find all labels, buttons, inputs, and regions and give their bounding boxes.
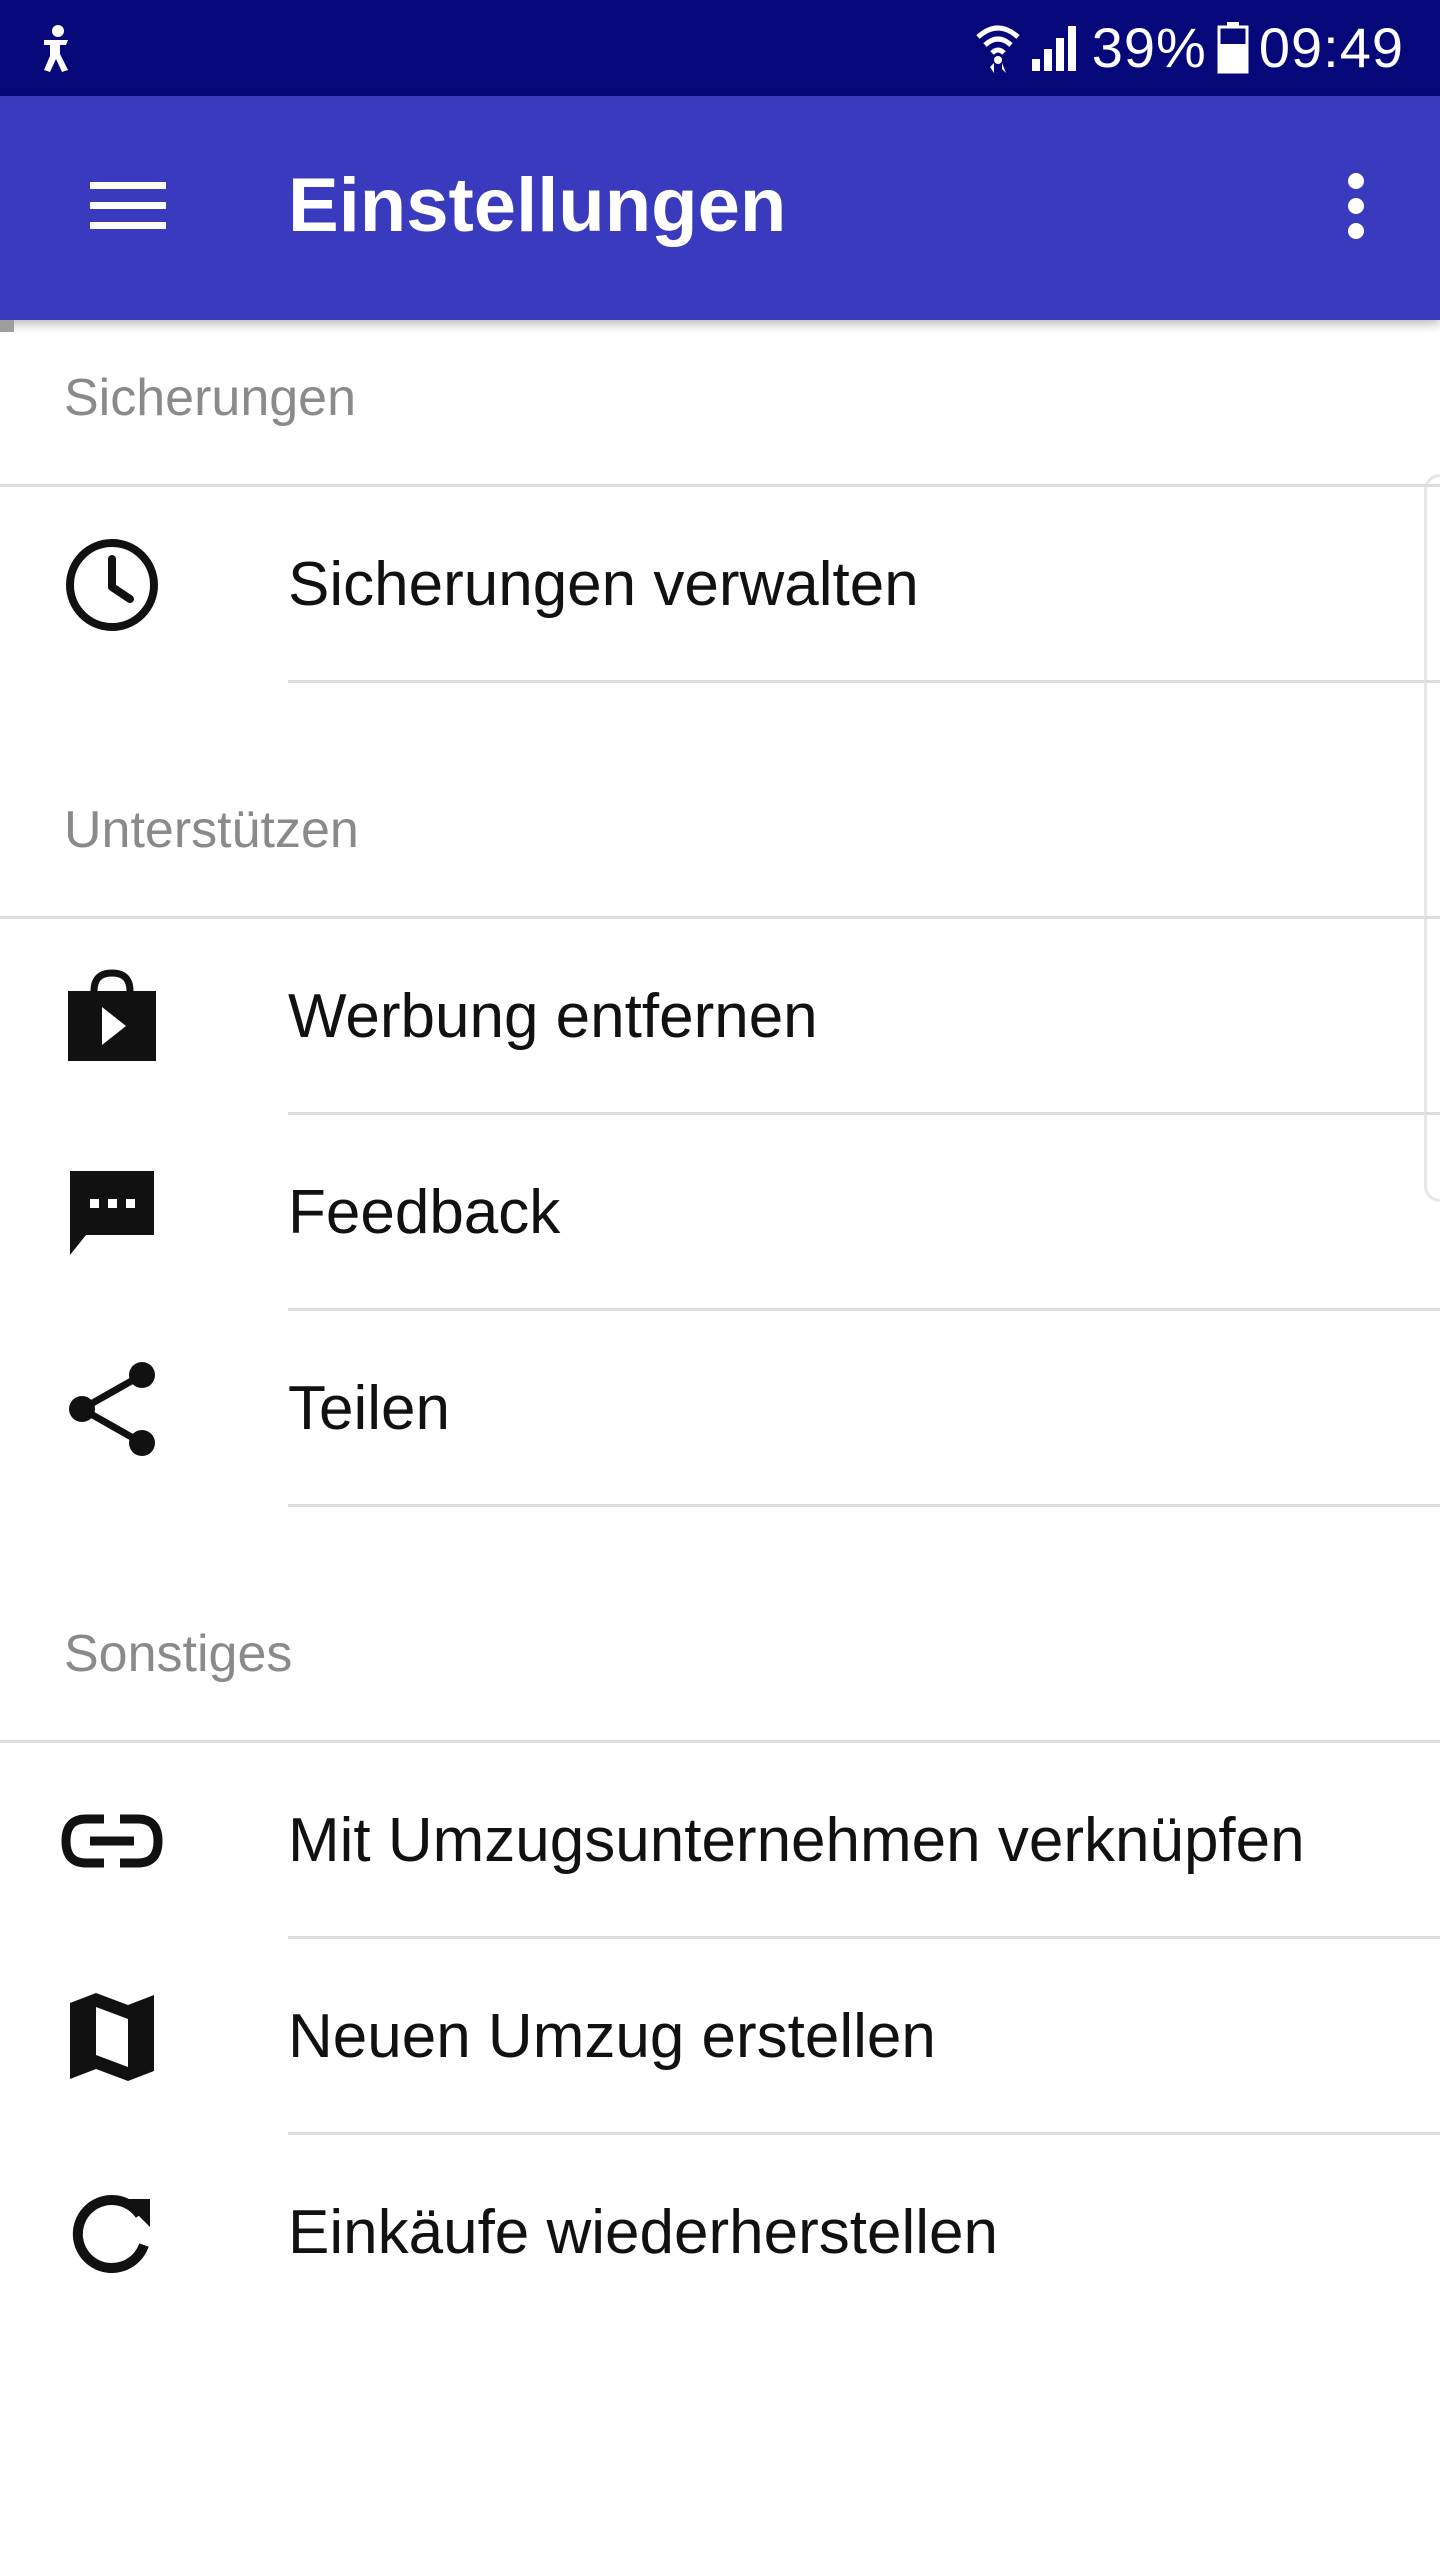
feedback-icon <box>52 1165 172 1261</box>
accessibility-icon <box>36 24 76 76</box>
page-title: Einstellungen <box>288 163 787 248</box>
battery-icon <box>1217 22 1249 74</box>
settings-item-label: Werbung entfernen <box>288 982 818 1051</box>
settings-item-label: Einkäufe wiederherstellen <box>288 2198 998 2267</box>
menu-button[interactable] <box>70 158 185 258</box>
link-icon <box>52 1793 172 1889</box>
settings-item-label: Feedback <box>288 1178 561 1247</box>
wifi-icon <box>976 23 1020 73</box>
clock-icon <box>52 537 172 633</box>
settings-item-umzugsunternehmen-verknuepfen[interactable]: Mit Umzugsunternehmen verknüpfen <box>0 1743 1440 1939</box>
section-header-sonstiges: Sonstiges <box>0 1576 1440 1744</box>
signal-icon <box>1030 23 1082 73</box>
item-divider <box>288 680 1440 683</box>
settings-item-teilen[interactable]: Teilen <box>0 1311 1440 1507</box>
shopping-bag-play-icon <box>52 969 172 1065</box>
overflow-menu-button[interactable] <box>1316 158 1396 258</box>
status-indicators: 39% 09:49 <box>976 18 1404 78</box>
section-header-unterstuetzen: Unterstützen <box>0 752 1440 920</box>
menu-icon <box>89 180 166 237</box>
item-divider <box>288 1504 1440 1507</box>
progress-indicator <box>0 320 14 332</box>
settings-item-label: Teilen <box>288 1374 450 1443</box>
clock-time: 09:49 <box>1258 16 1404 79</box>
section-label: Unterstützen <box>64 801 359 859</box>
refresh-icon <box>52 2185 172 2281</box>
settings-item-neuen-umzug-erstellen[interactable]: Neuen Umzug erstellen <box>0 1939 1440 2135</box>
share-icon <box>52 1361 172 1457</box>
app-bar: Einstellungen <box>0 96 1440 320</box>
more-vert-icon <box>1344 171 1368 246</box>
settings-item-label: Neuen Umzug erstellen <box>288 2002 936 2071</box>
battery-percent: 39% <box>1091 16 1207 79</box>
map-icon <box>52 1989 172 2085</box>
settings-item-werbung-entfernen[interactable]: Werbung entfernen <box>0 919 1440 1115</box>
settings-item-label: Mit Umzugsunternehmen verknüpfen <box>288 1806 1305 1875</box>
section-label: Sicherungen <box>64 369 356 427</box>
settings-item-sicherungen-verwalten[interactable]: Sicherungen verwalten <box>0 487 1440 683</box>
section-header-sicherungen: Sicherungen <box>0 320 1440 488</box>
settings-item-label: Sicherungen verwalten <box>288 550 919 619</box>
status-bar: 39% 09:49 <box>0 0 1440 96</box>
section-label: Sonstiges <box>64 1625 293 1683</box>
settings-item-feedback[interactable]: Feedback <box>0 1115 1440 1311</box>
settings-item-einkaeufe-wiederherstellen[interactable]: Einkäufe wiederherstellen <box>0 2135 1440 2331</box>
